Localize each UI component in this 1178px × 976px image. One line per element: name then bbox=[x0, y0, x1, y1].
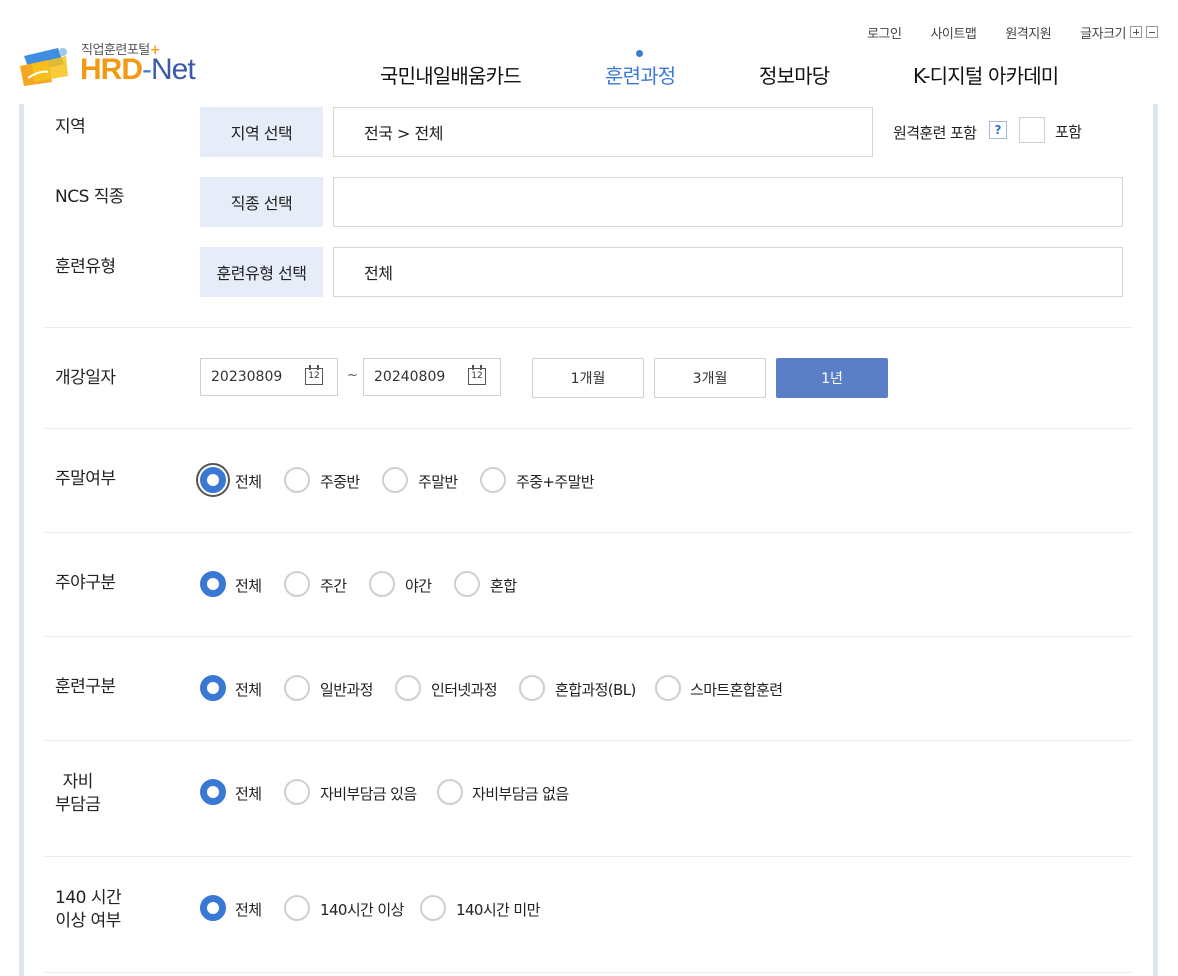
login-link[interactable]: 로그인 bbox=[867, 23, 902, 42]
training-type-field[interactable]: 전체 bbox=[333, 247, 1123, 297]
period-1month-button[interactable]: 1개월 bbox=[532, 358, 644, 398]
daynight-all-radio[interactable] bbox=[200, 571, 226, 597]
font-increase-icon[interactable] bbox=[1130, 26, 1142, 38]
radio-label: 주간 bbox=[320, 577, 347, 595]
remote-include-checkbox[interactable] bbox=[1019, 117, 1045, 143]
logo-title: HRD-Net bbox=[80, 53, 196, 86]
daynight-mixed-radio[interactable] bbox=[454, 571, 480, 597]
radio-label: 140시간 이상 bbox=[320, 901, 404, 919]
radio-label: 전체 bbox=[235, 681, 262, 699]
self-pay-label-line2: 부담금 bbox=[55, 795, 101, 815]
end-date-value: 20240809 bbox=[374, 369, 446, 385]
divider bbox=[44, 428, 1132, 429]
radio-label: 전체 bbox=[235, 577, 262, 595]
weekend-weekend-radio[interactable] bbox=[382, 467, 408, 493]
region-label: 지역 bbox=[55, 117, 86, 137]
logo-mark-icon bbox=[20, 48, 68, 86]
remote-support-link[interactable]: 원격지원 bbox=[1005, 23, 1051, 42]
training-general-radio[interactable] bbox=[284, 675, 310, 701]
font-size-label: 글자크기 bbox=[1080, 26, 1126, 42]
ncs-select-button[interactable]: 직종 선택 bbox=[200, 177, 323, 227]
weekend-all-radio[interactable] bbox=[196, 463, 230, 497]
radio-label: 주중+주말반 bbox=[516, 473, 595, 491]
panel-border-right bbox=[1153, 104, 1158, 976]
calendar-icon[interactable]: 12 bbox=[305, 365, 323, 385]
training-category-label: 훈련구분 bbox=[55, 677, 116, 697]
hrd-net-logo[interactable]: 직업훈련포털+ HRD-Net bbox=[18, 38, 218, 88]
radio-label: 일반과정 bbox=[320, 681, 373, 699]
region-field[interactable]: 전국 > 전체 bbox=[333, 107, 873, 157]
help-icon[interactable]: ? bbox=[989, 121, 1007, 139]
radio-label: 주중반 bbox=[320, 473, 360, 491]
hours-label-line2: 이상 여부 bbox=[55, 911, 121, 931]
divider bbox=[44, 532, 1132, 533]
hours-over-radio[interactable] bbox=[284, 895, 310, 921]
hours-all-radio[interactable] bbox=[200, 895, 226, 921]
radio-label: 혼합과정(BL) bbox=[555, 681, 636, 699]
self-pay-yes-radio[interactable] bbox=[284, 779, 310, 805]
self-pay-all-radio[interactable] bbox=[200, 779, 226, 805]
training-type-select-button[interactable]: 훈련유형 선택 bbox=[200, 247, 323, 297]
ncs-label: NCS 직종 bbox=[55, 187, 125, 207]
utility-bar: 로그인 사이트맵 원격지원 글자크기 bbox=[838, 22, 1158, 42]
divider bbox=[44, 740, 1132, 741]
font-decrease-icon[interactable] bbox=[1146, 26, 1158, 38]
training-blended-radio[interactable] bbox=[519, 675, 545, 701]
radio-label: 자비부담금 있음 bbox=[320, 785, 417, 803]
region-select-button[interactable]: 지역 선택 bbox=[200, 107, 323, 157]
nav-card[interactable]: 국민내일배움카드 bbox=[380, 60, 522, 89]
end-date-input[interactable]: 20240809 12 bbox=[363, 358, 501, 396]
radio-label: 주말반 bbox=[418, 473, 458, 491]
self-pay-label: 자비 부담금 bbox=[55, 771, 101, 817]
weekend-both-radio[interactable] bbox=[480, 467, 506, 493]
divider bbox=[44, 327, 1132, 328]
period-3month-button[interactable]: 3개월 bbox=[654, 358, 766, 398]
divider bbox=[44, 972, 1132, 973]
training-all-radio[interactable] bbox=[200, 675, 226, 701]
radio-label: 스마트혼합훈련 bbox=[690, 681, 783, 699]
nav-info[interactable]: 정보마당 bbox=[759, 60, 830, 89]
ncs-field[interactable] bbox=[333, 177, 1123, 227]
divider bbox=[44, 636, 1132, 637]
training-smart-radio[interactable] bbox=[655, 675, 681, 701]
remote-training-label: 원격훈련 포함 bbox=[893, 124, 977, 142]
include-label: 포함 bbox=[1055, 123, 1082, 141]
start-date-value: 20230809 bbox=[211, 369, 283, 385]
nav-k-digital[interactable]: K-디지털 아카데미 bbox=[913, 60, 1059, 89]
start-date-label: 개강일자 bbox=[55, 368, 116, 388]
weekend-label: 주말여부 bbox=[55, 469, 116, 489]
self-pay-no-radio[interactable] bbox=[437, 779, 463, 805]
radio-label: 전체 bbox=[235, 901, 262, 919]
radio-label: 전체 bbox=[235, 473, 262, 491]
radio-label: 인터넷과정 bbox=[431, 681, 498, 699]
radio-label: 140시간 미만 bbox=[456, 901, 540, 919]
daynight-night-radio[interactable] bbox=[369, 571, 395, 597]
hours-label-line1: 140 시간 bbox=[55, 888, 122, 908]
hours-label: 140 시간 이상 여부 bbox=[55, 887, 122, 933]
training-internet-radio[interactable] bbox=[395, 675, 421, 701]
nav-courses[interactable]: 훈련과정 bbox=[605, 60, 676, 89]
start-date-input[interactable]: 20230809 12 bbox=[200, 358, 338, 396]
daynight-label: 주야구분 bbox=[55, 573, 116, 593]
radio-label: 전체 bbox=[235, 785, 262, 803]
radio-label: 혼합 bbox=[490, 577, 517, 595]
radio-label: 야간 bbox=[405, 577, 432, 595]
hours-under-radio[interactable] bbox=[420, 895, 446, 921]
training-type-label: 훈련유형 bbox=[55, 257, 116, 277]
period-1year-button[interactable]: 1년 bbox=[776, 358, 888, 398]
sitemap-link[interactable]: 사이트맵 bbox=[930, 23, 976, 42]
radio-label: 자비부담금 없음 bbox=[472, 785, 569, 803]
panel-border-left bbox=[19, 104, 24, 976]
calendar-icon[interactable]: 12 bbox=[468, 365, 486, 385]
self-pay-label-line1: 자비 bbox=[62, 772, 94, 792]
divider bbox=[44, 856, 1132, 857]
daynight-day-radio[interactable] bbox=[284, 571, 310, 597]
weekend-weekday-radio[interactable] bbox=[284, 467, 310, 493]
active-nav-dot bbox=[636, 50, 643, 57]
date-separator: ~ bbox=[347, 368, 358, 383]
